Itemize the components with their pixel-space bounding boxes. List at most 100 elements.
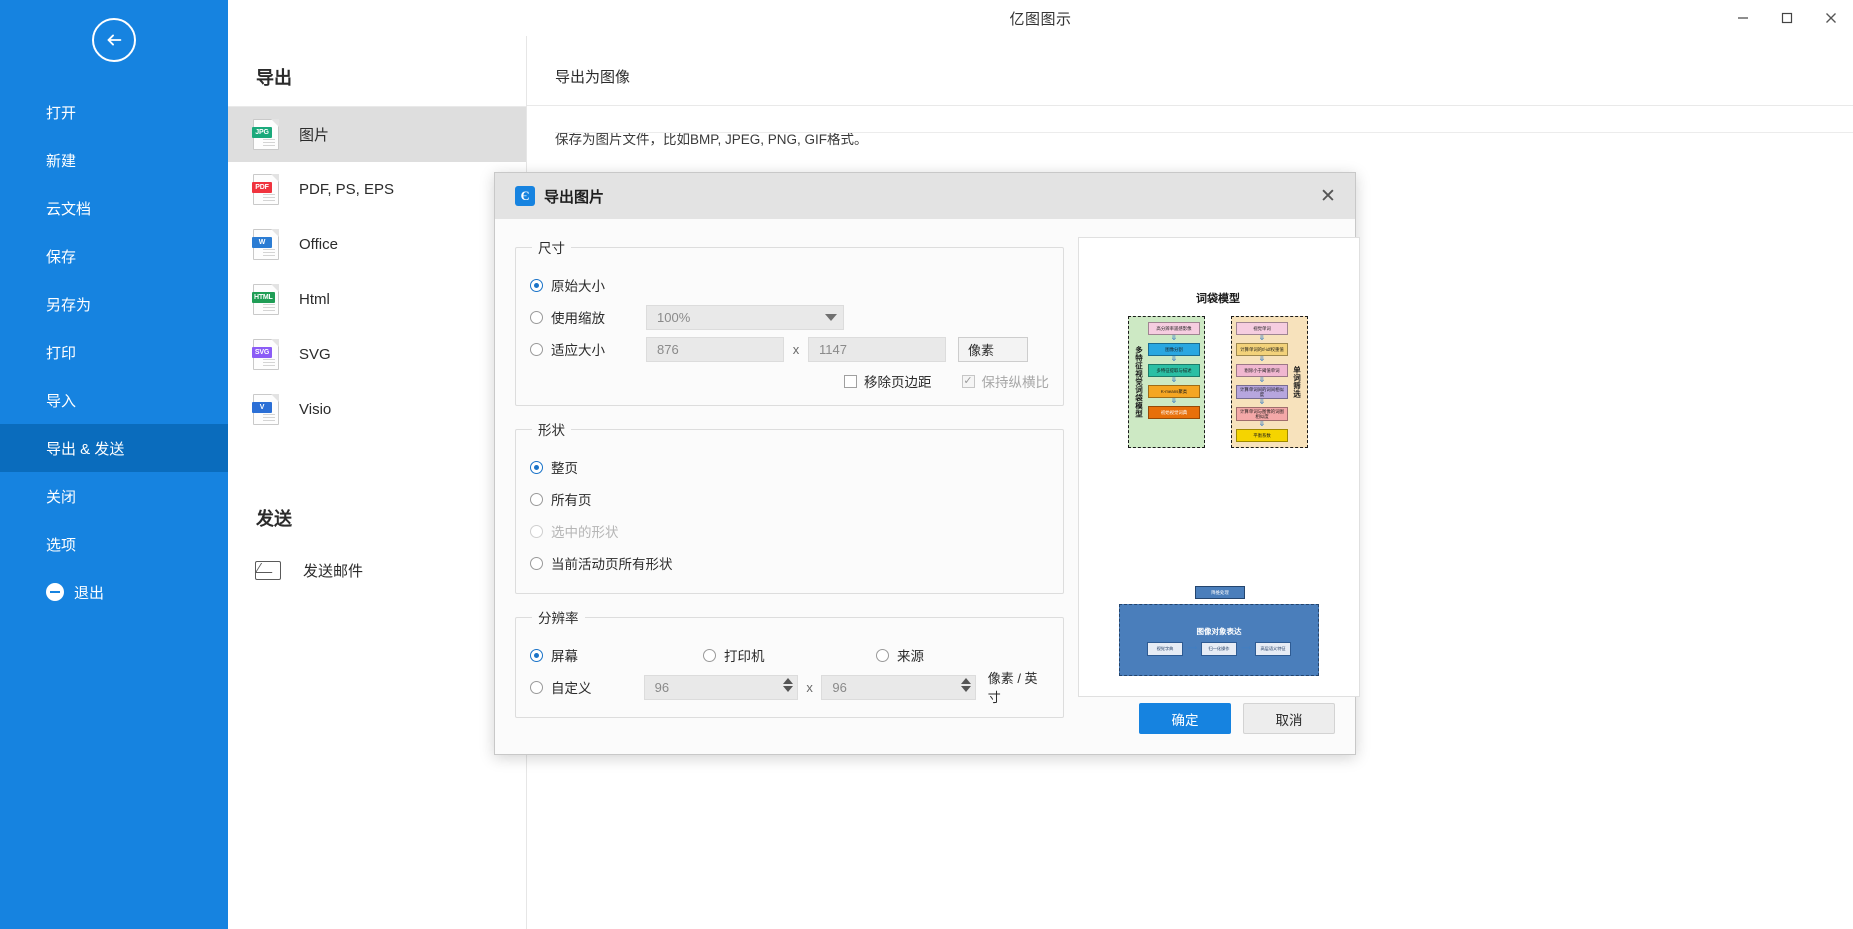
remove-page-margin-label: 移除页边距 [864,375,932,390]
size-fit-row[interactable]: 适应大小 876 x 1147 像素 [530,333,1049,365]
radio-fit-size[interactable] [530,342,543,356]
resolution-option-source[interactable]: 来源 [876,645,1049,665]
chevron-down-icon [825,313,837,321]
unit-select-value: 像素 [968,342,995,358]
radio-source[interactable] [876,648,889,662]
dialog-title: 导出图片 [544,188,605,206]
shape-option-all-pages[interactable]: 所有页 [530,483,1049,515]
preview-right-group: 视觉单词 ⤋ 计算单词的tf-idf权重值 ⤋ 剔除小于阈值单词 ⤋ 计算单词间… [1231,316,1308,449]
arrow-down-icon: ⤋ [1259,399,1265,407]
cancel-button[interactable]: 取消 [1243,703,1335,734]
preview-node: 多特征提取与描述 [1148,364,1200,377]
page-title: 导出为图像 [555,69,631,86]
keep-aspect-ratio-checkbox[interactable]: ✓ 保持纵横比 [961,371,1049,391]
spinner-arrows-icon[interactable] [960,677,971,692]
format-item-label: Html [299,291,330,308]
shape-group-legend: 形状 [538,423,565,438]
export-preview: 词袋模型 多特征视觉词袋模型 高分辨率遥感影像 ⤋ 图像分割 ⤋ 多特征提取与描… [1078,237,1360,697]
fit-height-input[interactable]: 1147 [808,336,946,362]
sidebar-item-label: 云文档 [46,200,92,218]
ok-button[interactable]: 确定 [1139,703,1231,734]
maximize-button[interactable] [1765,0,1809,36]
size-group-legend: 尺寸 [538,241,565,256]
send-heading: 发送 [256,509,292,529]
sidebar-item-label: 选项 [46,536,77,554]
window-controls [1721,0,1853,36]
radio-whole-page[interactable] [530,460,543,474]
sidebar-item-print[interactable]: 打印 [0,328,228,376]
format-item-visio[interactable]: V Visio [228,382,526,437]
resolution-preset-row: 屏幕 打印机 来源 [530,639,1049,671]
sidebar-item-label: 新建 [46,152,77,170]
preview-bottom-row: 视觉字典 ⟶ 归一化操作 ⟶ 高层语义特征 [1123,642,1315,656]
preview-right-stack: 视觉单词 ⤋ 计算单词的tf-idf权重值 ⤋ 剔除小于阈值单词 ⤋ 计算单词间… [1236,322,1288,443]
format-item-html[interactable]: HTML Html [228,272,526,327]
preview-node: 图像分割 [1148,343,1200,356]
preview-page: 词袋模型 多特征视觉词袋模型 高分辨率遥感影像 ⤋ 图像分割 ⤋ 多特征提取与描… [1087,286,1349,676]
sidebar-item-exit[interactable]: 退出 [0,568,228,616]
shape-option-whole-page[interactable]: 整页 [530,451,1049,483]
sidebar-item-new[interactable]: 新建 [0,136,228,184]
size-checkbox-row: 移除页边距 ✓ 保持纵横比 [530,371,1049,391]
sidebar-item-options[interactable]: 选项 [0,520,228,568]
format-item-label: Office [299,236,338,253]
sidebar-item-save-as[interactable]: 另存为 [0,280,228,328]
sidebar-item-close[interactable]: 关闭 [0,472,228,520]
send-item-email[interactable]: 发送邮件 [228,545,526,595]
scale-select[interactable]: 100% [646,304,844,330]
dpi-y-input[interactable]: 96 [821,674,976,700]
resolution-option-printer[interactable]: 打印机 [703,645,876,665]
unit-select[interactable]: 像素 [958,336,1028,362]
preview-bottom-title: 图像对象表达 [1196,627,1242,636]
checkbox-box: ✓ [961,374,975,388]
radio-original-size[interactable] [530,278,543,292]
sidebar-item-export-send[interactable]: 导出 & 发送 [0,424,228,472]
sidebar-item-label: 退出 [74,584,105,602]
radio-use-scale-label: 使用缩放 [551,311,605,326]
resolution-custom-row: 自定义 96 x 96 像素 / 英寸 [530,671,1049,705]
dimension-separator: x [806,679,813,695]
sidebar-item-cloud-docs[interactable]: 云文档 [0,184,228,232]
preview-node: 高层语义特征 [1255,642,1292,656]
preview-bridge-node: 降维处理 [1195,586,1245,599]
arrow-down-icon: ⤋ [1171,377,1177,384]
preview-node: 计算单词间的词间相似度 [1236,385,1288,400]
dpi-x-input[interactable]: 96 [643,674,798,700]
shape-option-active-page-shapes[interactable]: 当前活动页所有形状 [530,547,1049,579]
fit-width-input[interactable]: 876 [646,336,784,362]
sidebar-item-label: 保存 [46,248,77,266]
sidebar-item-import[interactable]: 导入 [0,376,228,424]
radio-all-pages[interactable] [530,492,543,506]
close-dialog-button[interactable]: ✕ [1313,181,1343,211]
minimize-button[interactable] [1721,0,1765,36]
resolution-option-screen[interactable]: 屏幕 [530,645,703,665]
format-item-office[interactable]: W Office [228,217,526,272]
minus-circle-icon [46,583,64,601]
radio-active-page-shapes[interactable] [530,556,543,570]
format-item-pdf[interactable]: PDF PDF, PS, EPS [228,162,526,217]
preview-left-group-label: 多特征视觉词袋模型 [1134,346,1144,419]
preview-node: 归一化操作 [1201,642,1237,656]
preview-node: 计算单词的tf-idf权重值 [1236,343,1288,356]
arrow-down-icon: ⤋ [1171,356,1177,363]
title-bar: 亿图图示 [228,0,1853,36]
size-original-row[interactable]: 原始大小 [530,269,1049,301]
mail-icon [255,560,281,580]
preview-node: K-means聚类 [1148,385,1200,398]
sidebar-item-save[interactable]: 保存 [0,232,228,280]
format-item-svg[interactable]: SVG SVG [228,327,526,382]
radio-screen[interactable] [530,648,543,662]
close-window-button[interactable] [1809,0,1853,36]
back-arrow-icon[interactable] [92,18,136,62]
format-item-image[interactable]: JPG 图片 [228,107,526,162]
radio-custom-dpi[interactable] [530,680,543,694]
radio-custom-dpi-label: 自定义 [551,681,592,696]
sidebar-item-open[interactable]: 打开 [0,88,228,136]
remove-page-margin-checkbox[interactable]: 移除页边距 [844,371,932,391]
app-logo-icon: Є [515,186,535,206]
radio-use-scale[interactable] [530,310,543,324]
radio-printer[interactable] [703,648,716,662]
spinner-arrows-icon[interactable] [782,677,793,692]
size-scale-row[interactable]: 使用缩放 100% [530,301,1049,333]
dialog-header: Є 导出图片 ✕ [495,173,1355,219]
